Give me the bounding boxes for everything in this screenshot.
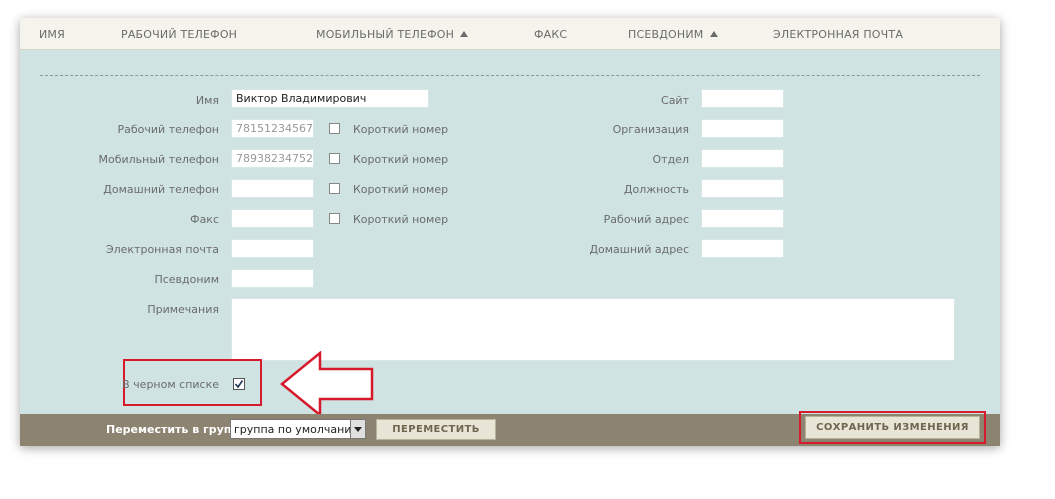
home-phone-short-checkbox[interactable] [329, 183, 340, 194]
footer-bar: Переместить в группу группа по умолчанию… [20, 411, 1000, 446]
checkmark-icon [234, 380, 244, 389]
blacklist-label: В черном списке [122, 378, 219, 391]
fax-label: Факс [190, 213, 219, 226]
position-label: Должность [623, 183, 689, 196]
column-name[interactable]: ИМЯ [39, 28, 65, 41]
home-address-label: Домашний адрес [589, 243, 689, 256]
column-fax[interactable]: ФАКС [534, 28, 567, 41]
email-label: Электронная почта [105, 243, 219, 256]
position-field[interactable] [701, 179, 784, 198]
divider [40, 75, 980, 76]
work-address-field[interactable] [701, 209, 784, 228]
site-field[interactable] [701, 89, 784, 108]
organization-label: Организация [612, 123, 689, 136]
mobile-phone-label: Мобильный телефон [98, 153, 220, 166]
move-to-group-label: Переместить в группу [106, 423, 247, 436]
name-field[interactable]: Виктор Владимирович [231, 89, 429, 108]
home-phone-label: Домашний телефон [103, 183, 219, 196]
sort-ascending-icon [460, 31, 469, 37]
chevron-down-icon[interactable] [350, 420, 365, 438]
column-email[interactable]: ЭЛЕКТРОННАЯ ПОЧТА [773, 28, 903, 41]
group-select-value: группа по умолчанию [234, 423, 361, 436]
column-mobile-phone[interactable]: МОБИЛЬНЫЙ ТЕЛЕФОН [316, 28, 469, 41]
work-phone-label: Рабочий телефон [117, 123, 219, 136]
department-label: Отдел [652, 153, 689, 166]
group-select[interactable]: группа по умолчанию [230, 419, 366, 439]
department-field[interactable] [701, 149, 784, 168]
fax-short-checkbox[interactable] [329, 213, 340, 224]
column-alias[interactable]: ПСЕВДОНИМ [628, 28, 718, 41]
column-mobile-phone-label: МОБИЛЬНЫЙ ТЕЛЕФОН [316, 28, 455, 41]
move-button[interactable]: ПЕРЕМЕСТИТЬ [376, 419, 496, 440]
alias-label: Псевдоним [154, 273, 219, 286]
column-header-row: ИМЯ РАБОЧИЙ ТЕЛЕФОН МОБИЛЬНЫЙ ТЕЛЕФОН ФА… [20, 18, 1000, 50]
home-phone-field[interactable] [231, 179, 314, 198]
work-phone-short-checkbox[interactable] [329, 123, 340, 134]
home-address-field[interactable] [701, 239, 784, 258]
sort-ascending-icon [709, 31, 718, 37]
site-label: Сайт [661, 94, 689, 107]
save-button[interactable]: СОХРАНИТЬ ИЗМЕНЕНИЯ [805, 416, 980, 439]
blacklist-checkbox[interactable] [233, 378, 245, 390]
work-phone-field[interactable]: 78151234567 [231, 119, 314, 138]
short-number-label: Короткий номер [353, 123, 449, 136]
email-field[interactable] [231, 239, 314, 258]
fax-field[interactable] [231, 209, 314, 228]
contact-editor: ИМЯ РАБОЧИЙ ТЕЛЕФОН МОБИЛЬНЫЙ ТЕЛЕФОН ФА… [20, 18, 1000, 446]
mobile-phone-short-checkbox[interactable] [329, 153, 340, 164]
arrow-left-icon [280, 351, 374, 417]
column-alias-label: ПСЕВДОНИМ [628, 28, 704, 41]
name-label: Имя [195, 94, 219, 107]
short-number-label: Короткий номер [353, 213, 449, 226]
short-number-label: Короткий номер [353, 183, 449, 196]
alias-field[interactable] [231, 269, 314, 288]
notes-label: Примечания [147, 303, 219, 316]
column-work-phone[interactable]: РАБОЧИЙ ТЕЛЕФОН [121, 28, 237, 41]
short-number-label: Короткий номер [353, 153, 449, 166]
organization-field[interactable] [701, 119, 784, 138]
work-address-label: Рабочий адрес [603, 213, 689, 226]
mobile-phone-field[interactable]: 78938234752 [231, 149, 314, 168]
